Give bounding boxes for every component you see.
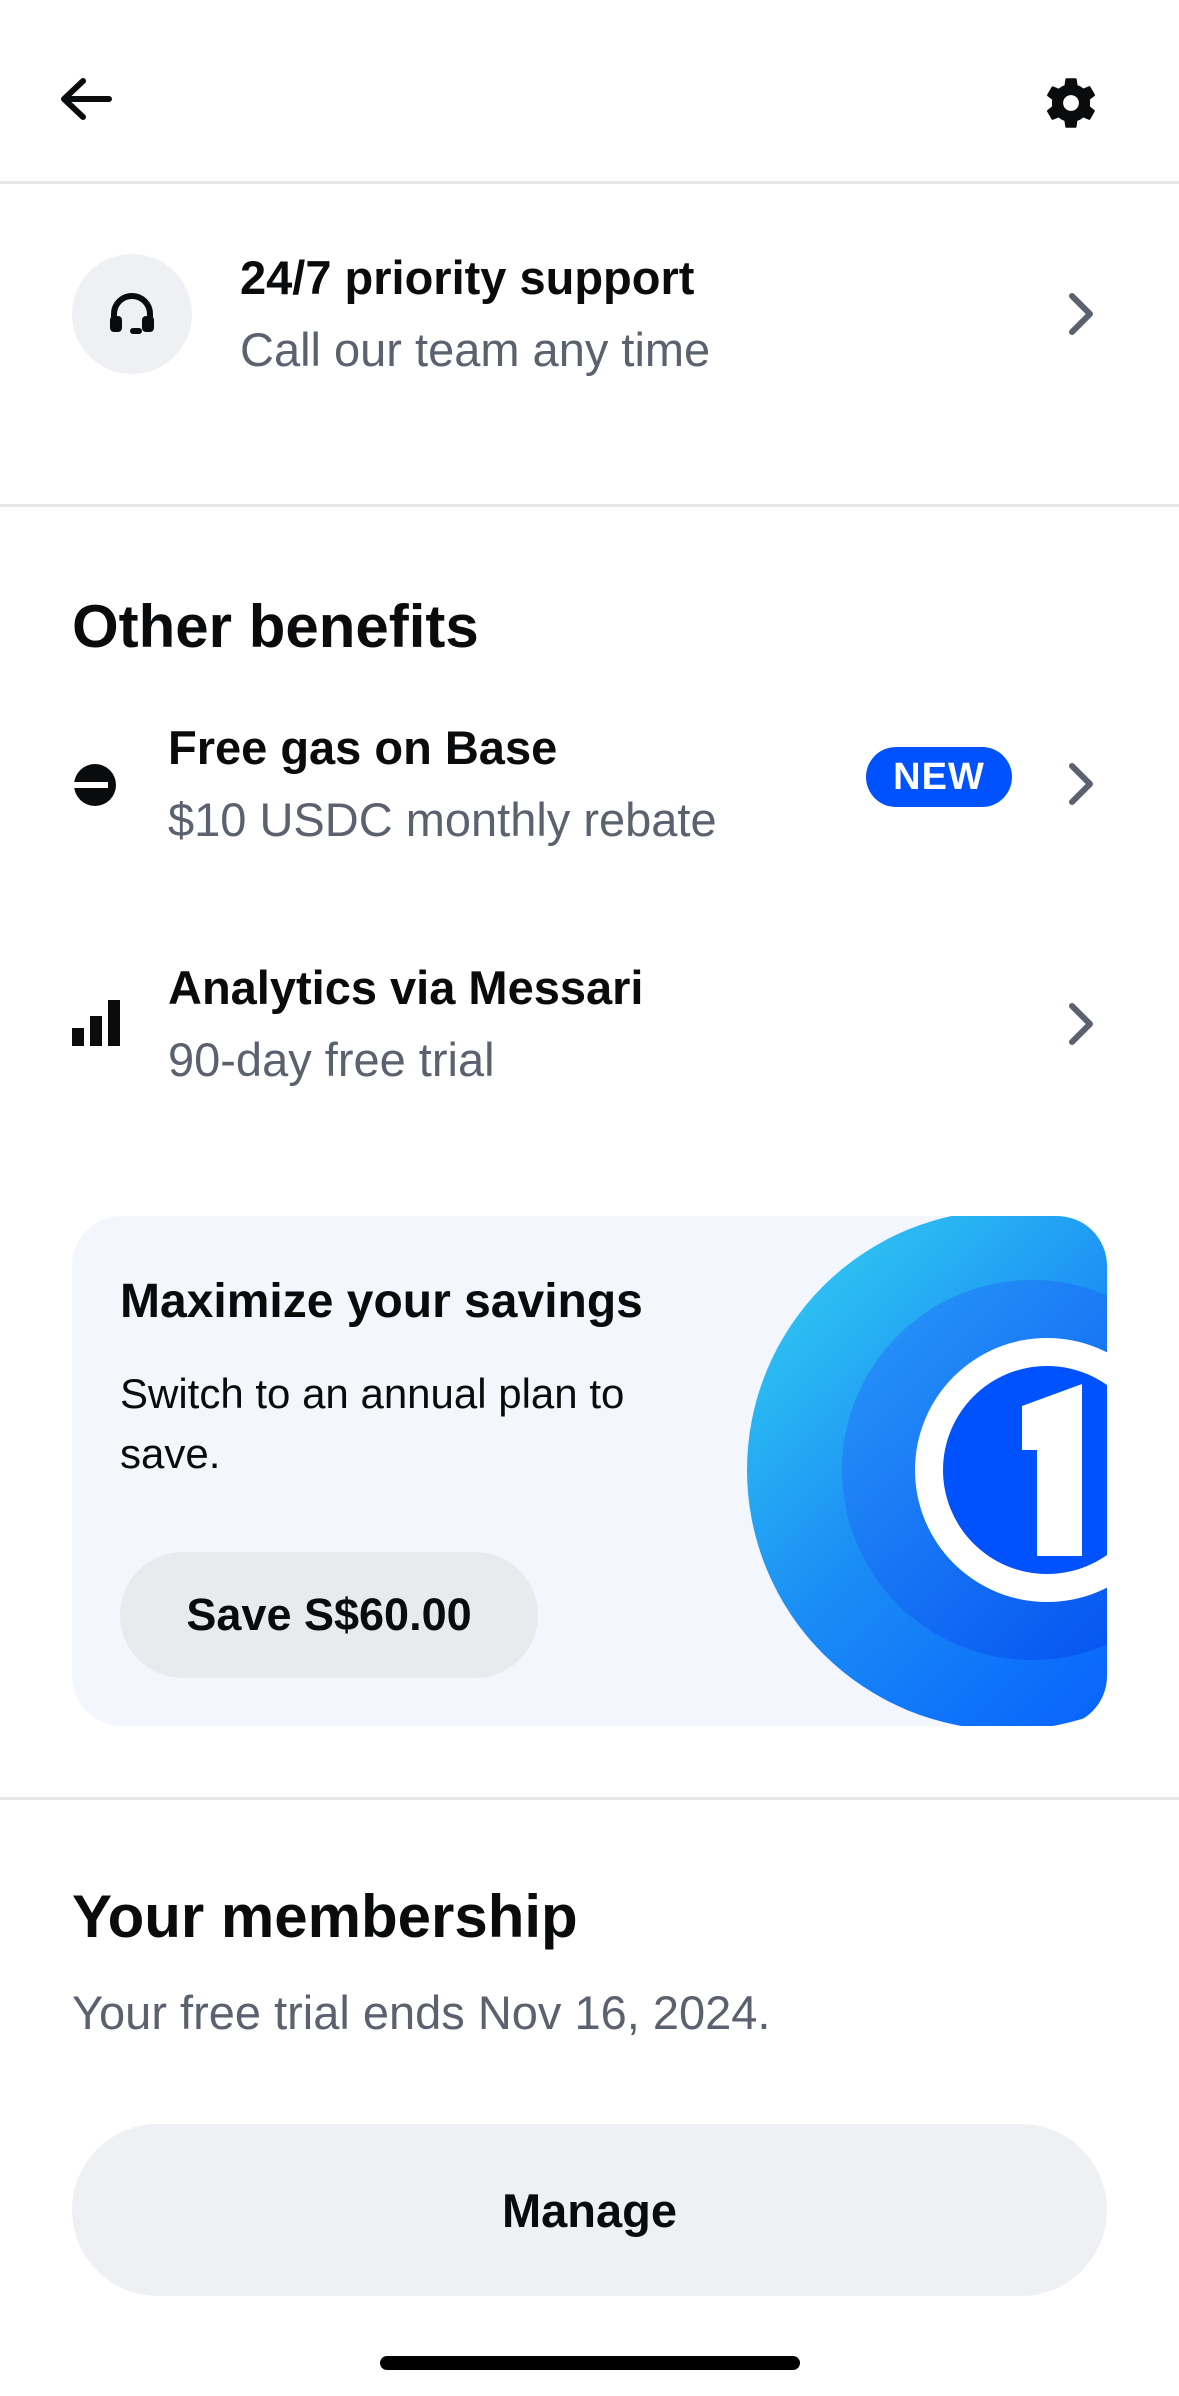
priority-support-row[interactable]: 24/7 priority support Call our team any … [0,230,1179,400]
benefit-subtitle: 90-day free trial [168,1033,495,1086]
membership-heading: Your membership [72,1883,578,1950]
home-indicator [380,2356,800,2370]
manage-button[interactable]: Manage [72,2124,1107,2296]
settings-button[interactable] [1040,72,1102,134]
chevron-right-icon [1060,998,1102,1050]
promo-text: Switch to an annual plan to save. [120,1370,625,1477]
section-divider [0,1797,1179,1800]
trial-end-text: Your free trial ends Nov 16, 2024. [72,1986,771,2039]
top-navigation-bar [0,0,1179,184]
promo-title: Maximize your savings [120,1275,643,1328]
benefit-title: Free gas on Base [168,721,558,774]
arrow-left-icon [61,78,112,120]
coinbase-one-logo-icon [747,1216,1107,1726]
headset-icon [110,293,154,334]
gear-icon [1046,78,1096,128]
base-logo-icon [74,764,116,806]
benefit-title: Analytics via Messari [168,961,644,1014]
support-title: 24/7 priority support [240,251,695,304]
benefit-row-analytics[interactable]: Analytics via Messari 90-day free trial [0,940,1179,1120]
back-button[interactable] [50,68,120,130]
annual-plan-promo-card: Maximize your savings Switch to an annua… [72,1216,1107,1726]
section-divider [0,504,1179,507]
chevron-right-icon [1060,288,1102,340]
support-subtitle: Call our team any time [240,323,711,376]
chevron-right-icon [1060,758,1102,810]
other-benefits-heading: Other benefits [72,593,479,660]
benefit-subtitle: $10 USDC monthly rebate [168,793,717,846]
bar-chart-icon [72,1000,120,1046]
save-button[interactable]: Save S$60.00 [120,1552,538,1678]
new-badge: NEW [866,747,1012,807]
support-icon-container [72,254,192,374]
